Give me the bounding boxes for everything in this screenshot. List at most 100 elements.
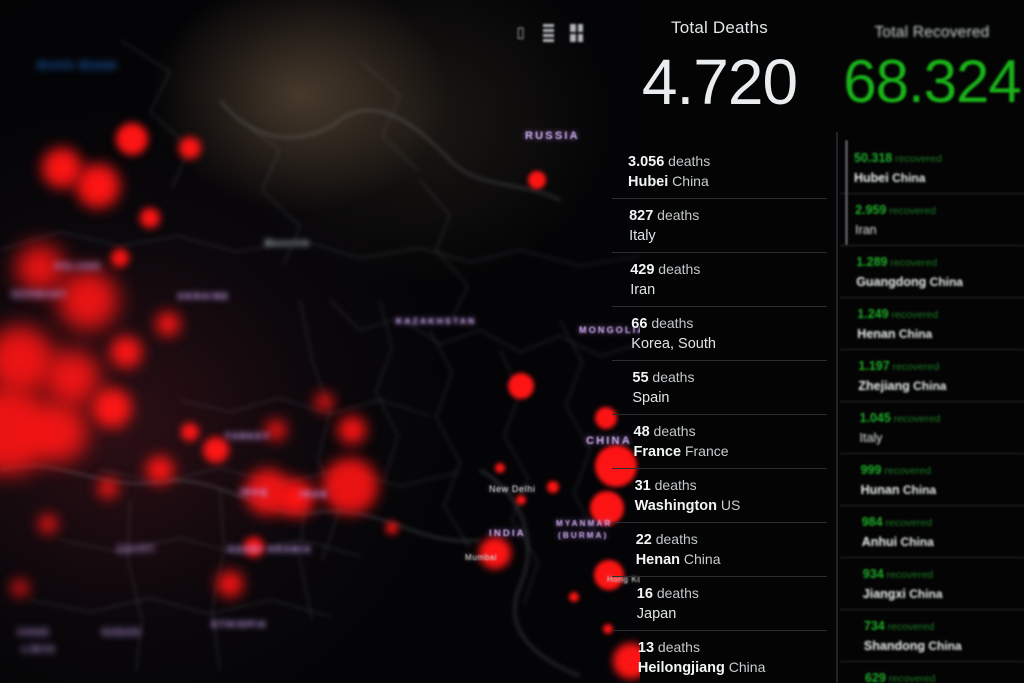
list-item[interactable]: 22 deaths Henan China [612, 522, 827, 576]
count-line: 22 deaths [636, 531, 827, 549]
region-name: Hubei [854, 171, 889, 185]
country-name: China [899, 483, 937, 497]
map-label: Moscow [265, 238, 311, 248]
count-line: 31 deaths [635, 477, 827, 495]
list-item[interactable]: 13 deaths Heilongjiang China [612, 630, 827, 683]
map-dot[interactable] [322, 458, 378, 514]
map-label: (BURMA) [558, 531, 609, 540]
map-dot[interactable] [28, 402, 88, 462]
country-name: China [909, 379, 947, 393]
list-item[interactable]: 3.056 deaths Hubei China [612, 145, 827, 198]
place-line: Jiangxi China [863, 585, 1024, 603]
smartphone-glyph: ▯ [516, 24, 525, 41]
list-item[interactable]: 984 recovered Anhui China [840, 505, 1024, 557]
total-deaths-title: Total Deaths [671, 18, 768, 37]
count-line: 48 deaths [634, 423, 828, 441]
region-name: Iran [630, 282, 656, 298]
count-unit: deaths [664, 153, 711, 169]
count-unit: deaths [647, 315, 694, 331]
count-line: 1.289 recovered [856, 253, 1024, 271]
list-item[interactable]: 827 deaths Italy [612, 198, 827, 252]
list-item[interactable]: 734 recovered Shandong China [840, 609, 1024, 661]
list-item[interactable]: 1.045 recovered Italy [840, 401, 1024, 453]
map-dot[interactable] [495, 463, 505, 473]
grid-view-icon[interactable] [568, 22, 585, 44]
map-dot[interactable] [92, 388, 132, 428]
map-dot[interactable] [528, 171, 546, 189]
deaths-list-scrollbar[interactable] [845, 140, 848, 245]
map-dot[interactable] [516, 495, 526, 505]
map-dot[interactable] [42, 148, 82, 188]
view-toolbar[interactable]: ▯ [512, 22, 585, 44]
list-item[interactable]: 2.959 recovered Iran [840, 193, 1024, 245]
map-dot[interactable] [181, 423, 199, 441]
map-dot[interactable] [315, 393, 333, 411]
region-name: Italy [859, 431, 883, 445]
list-item[interactable]: 429 deaths Iran [612, 252, 827, 306]
list-item[interactable]: 66 deaths Korea, South [612, 306, 827, 360]
recovered-list[interactable]: 50.318 recovered Hubei China 2.959 recover… [840, 142, 1024, 683]
country-name: US [717, 497, 741, 513]
map-dot[interactable] [217, 571, 243, 597]
count-unit: deaths [649, 423, 696, 439]
map-label: CHAD [18, 628, 50, 637]
map-dot[interactable] [76, 164, 120, 208]
map-dot[interactable] [39, 515, 57, 533]
map-dot[interactable] [338, 416, 366, 444]
map-dot[interactable] [44, 350, 100, 406]
list-item[interactable]: 1.249 recovered Henan China [840, 297, 1024, 349]
country-name: China [724, 659, 766, 675]
map-dot[interactable] [569, 592, 579, 602]
list-item[interactable]: 31 deaths Washington US [612, 468, 827, 522]
map-label: LIBYA [22, 645, 57, 654]
map-dot[interactable] [12, 580, 28, 596]
region-name: Japan [636, 606, 677, 622]
count-line: 629 recovered [865, 669, 1024, 683]
map-dot[interactable] [58, 270, 118, 330]
map-dot[interactable] [110, 336, 142, 368]
list-item[interactable]: 999 recovered Hunan China [840, 453, 1024, 505]
map-dot[interactable] [547, 481, 559, 493]
map-dot[interactable] [508, 373, 534, 399]
count-unit: recovered [882, 517, 933, 529]
map-dot[interactable] [98, 478, 118, 498]
list-item[interactable]: 55 deaths Spain [612, 360, 827, 414]
list-item[interactable]: 629 recoveredJiangsu China [840, 661, 1024, 683]
count-line: 2.959 recovered [855, 201, 1024, 219]
map-dot[interactable] [146, 456, 174, 484]
list-item[interactable]: 50.318 recovered Hubei China [840, 142, 1024, 193]
map-label: SUDAN [102, 628, 142, 637]
list-item[interactable]: 1.289 recovered Guangdong China [840, 245, 1024, 297]
count-value: 48 [633, 424, 650, 440]
list-item[interactable]: 1.197 recovered Zhejiang China [840, 349, 1024, 401]
map-label: MYANMAR [556, 519, 613, 528]
place-line: Italy [860, 429, 1024, 447]
world-map[interactable]: RUSSIA KAZAKHSTAN MONGOLIA CHINA INDIA MYANMA… [0, 0, 640, 683]
map-label: UKRAINE [178, 292, 230, 301]
map-label: TURKEY [225, 432, 272, 441]
smartphone-icon[interactable]: ▯ [512, 22, 529, 44]
count-line: 13 deaths [638, 639, 827, 657]
region-name: Hunan [860, 483, 900, 497]
list-item[interactable]: 16 deaths Japan [612, 576, 827, 630]
place-line: Japan [637, 605, 827, 623]
country-name: China [895, 327, 933, 341]
map-dot[interactable] [140, 208, 160, 228]
list-view-icon[interactable] [540, 22, 557, 44]
deaths-list[interactable]: 3.056 deaths Hubei China 827 deaths Italy 42… [612, 145, 827, 683]
list-item[interactable]: 48 deaths France France [612, 414, 827, 468]
region-name: Spain [632, 390, 670, 406]
region-name: Washington [634, 498, 718, 514]
count-value: 1.197 [858, 359, 890, 373]
country-name: China [680, 551, 721, 567]
list-item[interactable]: 934 recovered Jiangxi China [840, 557, 1024, 609]
map-dot[interactable] [179, 137, 201, 159]
map-label: Arctic Ocean [38, 60, 118, 70]
map-dot[interactable] [116, 123, 148, 155]
count-value: 999 [860, 463, 882, 477]
count-unit: recovered [889, 361, 940, 373]
map-label: KAZAKHSTAN [396, 316, 477, 326]
map-dot[interactable] [156, 312, 180, 336]
map-dot[interactable] [111, 249, 129, 267]
map-dot[interactable] [386, 522, 398, 534]
